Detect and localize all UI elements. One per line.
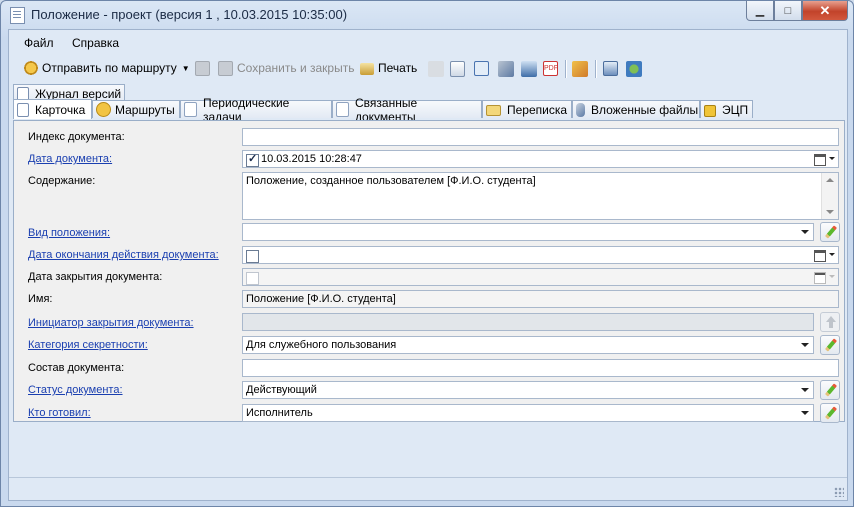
save-close-icon (218, 60, 233, 76)
label-document-index: Индекс документа: (28, 131, 125, 143)
document-status-select[interactable]: Действующий (242, 381, 814, 399)
content-textarea[interactable]: Положение, созданное пользователем [Ф.И.… (242, 172, 839, 220)
edit-regulation-kind-button[interactable] (820, 222, 840, 242)
close-date-checkbox (246, 272, 259, 285)
card-panel: Индекс документа: Дата документа: 10.03.… (13, 120, 845, 423)
document-index-input[interactable] (242, 128, 839, 146)
minimize-button[interactable]: ▁ (746, 1, 774, 21)
tab-attached-files[interactable]: Вложенные файлы (572, 100, 700, 118)
settings-icon[interactable] (474, 61, 489, 76)
tab-digital-signature[interactable]: ЭЦП (700, 100, 753, 118)
application-window: Положение - проект (версия 1 , 10.03.201… (0, 0, 854, 507)
menu-help[interactable]: Справка (72, 36, 119, 50)
menu-bar: Файл Справка (9, 30, 847, 54)
maximize-icon: □ (784, 4, 792, 17)
window-title: Положение - проект (версия 1 , 10.03.201… (31, 7, 348, 22)
prepared-by-select[interactable]: Исполнитель (242, 404, 814, 422)
route-icon (96, 102, 111, 117)
secrecy-category-select[interactable]: Для служебного пользования (242, 336, 814, 354)
status-bar (9, 477, 847, 500)
calendar-icon (814, 272, 826, 284)
label-document-date[interactable]: Дата документа: (28, 153, 112, 165)
close-icon: ✕ (819, 2, 831, 18)
scroll-up-icon[interactable] (826, 178, 834, 182)
toolbar: Отправить по маршруту ▼ Сохранить и закр… (9, 54, 847, 82)
tab-card[interactable]: Карточка (13, 99, 92, 119)
scroll-down-icon[interactable] (826, 210, 834, 214)
maximize-button[interactable]: □ (774, 1, 802, 21)
label-end-date[interactable]: Дата окончания действия документа: (28, 249, 219, 261)
label-prepared-by[interactable]: Кто готовил: (28, 407, 91, 419)
task-icon (184, 102, 197, 117)
lock-icon (704, 105, 716, 117)
label-content: Содержание: (28, 175, 96, 187)
share-icon[interactable] (626, 61, 642, 77)
tab-routes[interactable]: Маршруты (92, 100, 180, 118)
save-close-button[interactable]: Сохранить и закрыть (218, 58, 354, 78)
sign-icon[interactable] (572, 61, 588, 77)
chevron-down-icon (801, 343, 809, 347)
chevron-down-icon (801, 388, 809, 392)
save-icon (195, 60, 210, 76)
resize-grip-icon[interactable] (834, 487, 844, 497)
calendar-icon[interactable] (814, 154, 826, 166)
client-area: Файл Справка Отправить по маршруту ▼ Сох… (8, 29, 848, 501)
card-icon (17, 102, 29, 117)
label-regulation-kind[interactable]: Вид положения: (28, 227, 110, 239)
chevron-down-icon[interactable] (829, 157, 835, 160)
end-date-checkbox[interactable] (246, 250, 259, 263)
label-close-date: Дата закрытия документа: (28, 271, 163, 283)
refresh-icon[interactable] (603, 61, 618, 76)
calendar-icon[interactable] (814, 250, 826, 262)
label-document-composition: Состав документа: (28, 362, 125, 374)
edit-prepared-by-button[interactable] (820, 403, 840, 423)
route-button[interactable]: Отправить по маршруту ▼ (23, 58, 190, 78)
content-scrollbar[interactable] (821, 173, 838, 219)
label-closing-initiator[interactable]: Инициатор закрытия документа: (28, 317, 194, 329)
initiator-select-button (820, 312, 840, 332)
title-bar[interactable]: Положение - проект (версия 1 , 10.03.201… (1, 1, 853, 29)
menu-file[interactable]: Файл (24, 36, 54, 50)
edit-secrecy-category-button[interactable] (820, 335, 840, 355)
linked-documents-icon (336, 102, 349, 117)
attach-icon[interactable] (498, 61, 514, 77)
label-secrecy-category[interactable]: Категория секретности: (28, 339, 148, 351)
minimize-icon: ▁ (755, 5, 765, 17)
save-button[interactable] (195, 58, 210, 78)
close-button[interactable]: ✕ (802, 1, 848, 21)
edit-document-status-button[interactable] (820, 380, 840, 400)
name-field: Положение [Ф.И.О. студента] (242, 290, 839, 308)
chevron-down-icon (801, 230, 809, 234)
tab-linked-documents[interactable]: Связанные документы (332, 96, 482, 124)
chevron-down-icon: ▼ (181, 63, 190, 73)
document-icon (10, 7, 25, 24)
pdf-icon[interactable]: PDF (543, 61, 558, 76)
edit-icon[interactable] (428, 61, 444, 77)
closing-initiator-field (242, 313, 814, 331)
print-button[interactable]: Печать (360, 58, 417, 78)
print-icon (360, 63, 374, 75)
tab-periodic-tasks[interactable]: Периодические задачи (180, 96, 332, 124)
close-date-picker (242, 268, 839, 286)
approve-icon[interactable] (450, 61, 465, 77)
route-icon (23, 60, 39, 76)
envelope-icon (486, 105, 501, 116)
tab-correspondence[interactable]: Переписка (482, 100, 572, 118)
chevron-down-icon[interactable] (829, 253, 835, 256)
regulation-kind-select[interactable] (242, 223, 814, 241)
label-name: Имя: (28, 293, 53, 305)
scan-icon[interactable] (521, 61, 537, 77)
chevron-down-icon (829, 275, 835, 278)
document-date-picker[interactable]: 10.03.2015 10:28:47 (242, 150, 839, 168)
date-enabled-checkbox[interactable] (246, 152, 259, 167)
label-document-status[interactable]: Статус документа: (28, 384, 123, 396)
document-composition-input[interactable] (242, 359, 839, 377)
paperclip-icon (576, 102, 585, 117)
chevron-down-icon (801, 411, 809, 415)
end-date-picker[interactable] (242, 246, 839, 264)
